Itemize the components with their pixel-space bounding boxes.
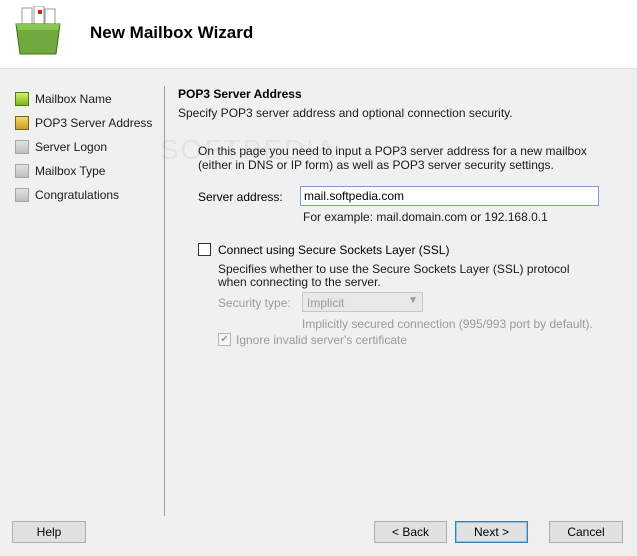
- back-button[interactable]: < Back: [374, 521, 447, 543]
- cancel-button[interactable]: Cancel: [549, 521, 623, 543]
- wizard-steps: Mailbox Name POP3 Server Address Server …: [0, 70, 164, 508]
- step-pending-icon: [15, 164, 29, 178]
- wizard-title: New Mailbox Wizard: [90, 23, 254, 42]
- next-button[interactable]: Next >: [455, 521, 528, 543]
- step-server-logon: Server Logon: [15, 138, 107, 156]
- page-title: POP3 Server Address: [178, 87, 302, 101]
- step-pending-icon: [15, 140, 29, 154]
- ssl-description: Specifies whether to use the Secure Sock…: [218, 262, 570, 289]
- page-intro: On this page you need to input a POP3 se…: [198, 144, 587, 172]
- step-label: POP3 Server Address: [35, 116, 153, 130]
- help-button[interactable]: Help: [12, 521, 86, 543]
- step-pending-icon: [15, 188, 29, 202]
- implicit-note: Implicitly secured connection (995/993 p…: [302, 317, 593, 331]
- server-address-example: For example: mail.domain.com or 192.168.…: [303, 210, 548, 224]
- server-address-label: Server address:: [198, 190, 283, 204]
- step-done-icon: [15, 92, 29, 106]
- checkmark-icon: ✔: [220, 334, 229, 345]
- step-current-icon: [15, 116, 29, 130]
- step-congratulations: Congratulations: [15, 186, 119, 204]
- page-subtitle: Specify POP3 server address and optional…: [178, 106, 513, 120]
- security-type-value: Implicit: [307, 296, 345, 310]
- ignore-certificate-checkbox[interactable]: ✔: [218, 333, 231, 346]
- ignore-certificate-label[interactable]: Ignore invalid server's certificate: [236, 333, 407, 347]
- step-pop3-server-address: POP3 Server Address: [15, 114, 152, 132]
- ssl-checkbox-label[interactable]: Connect using Secure Sockets Layer (SSL): [218, 243, 449, 257]
- step-label: Mailbox Type: [35, 164, 106, 178]
- security-type-label: Security type:: [218, 296, 291, 310]
- chevron-down-icon: ▼: [408, 295, 418, 306]
- step-mailbox-type: Mailbox Type: [15, 162, 105, 180]
- step-label: Mailbox Name: [35, 92, 112, 106]
- step-label: Congratulations: [35, 188, 120, 202]
- wizard-header: New Mailbox Wizard: [0, 0, 637, 69]
- security-type-select[interactable]: Implicit ▼: [302, 292, 423, 312]
- mailbox-wizard-icon: [15, 6, 61, 55]
- step-label: Server Logon: [35, 140, 108, 154]
- step-mailbox-name: Mailbox Name: [15, 90, 112, 108]
- server-address-input[interactable]: [300, 186, 599, 206]
- ssl-checkbox[interactable]: [198, 243, 211, 256]
